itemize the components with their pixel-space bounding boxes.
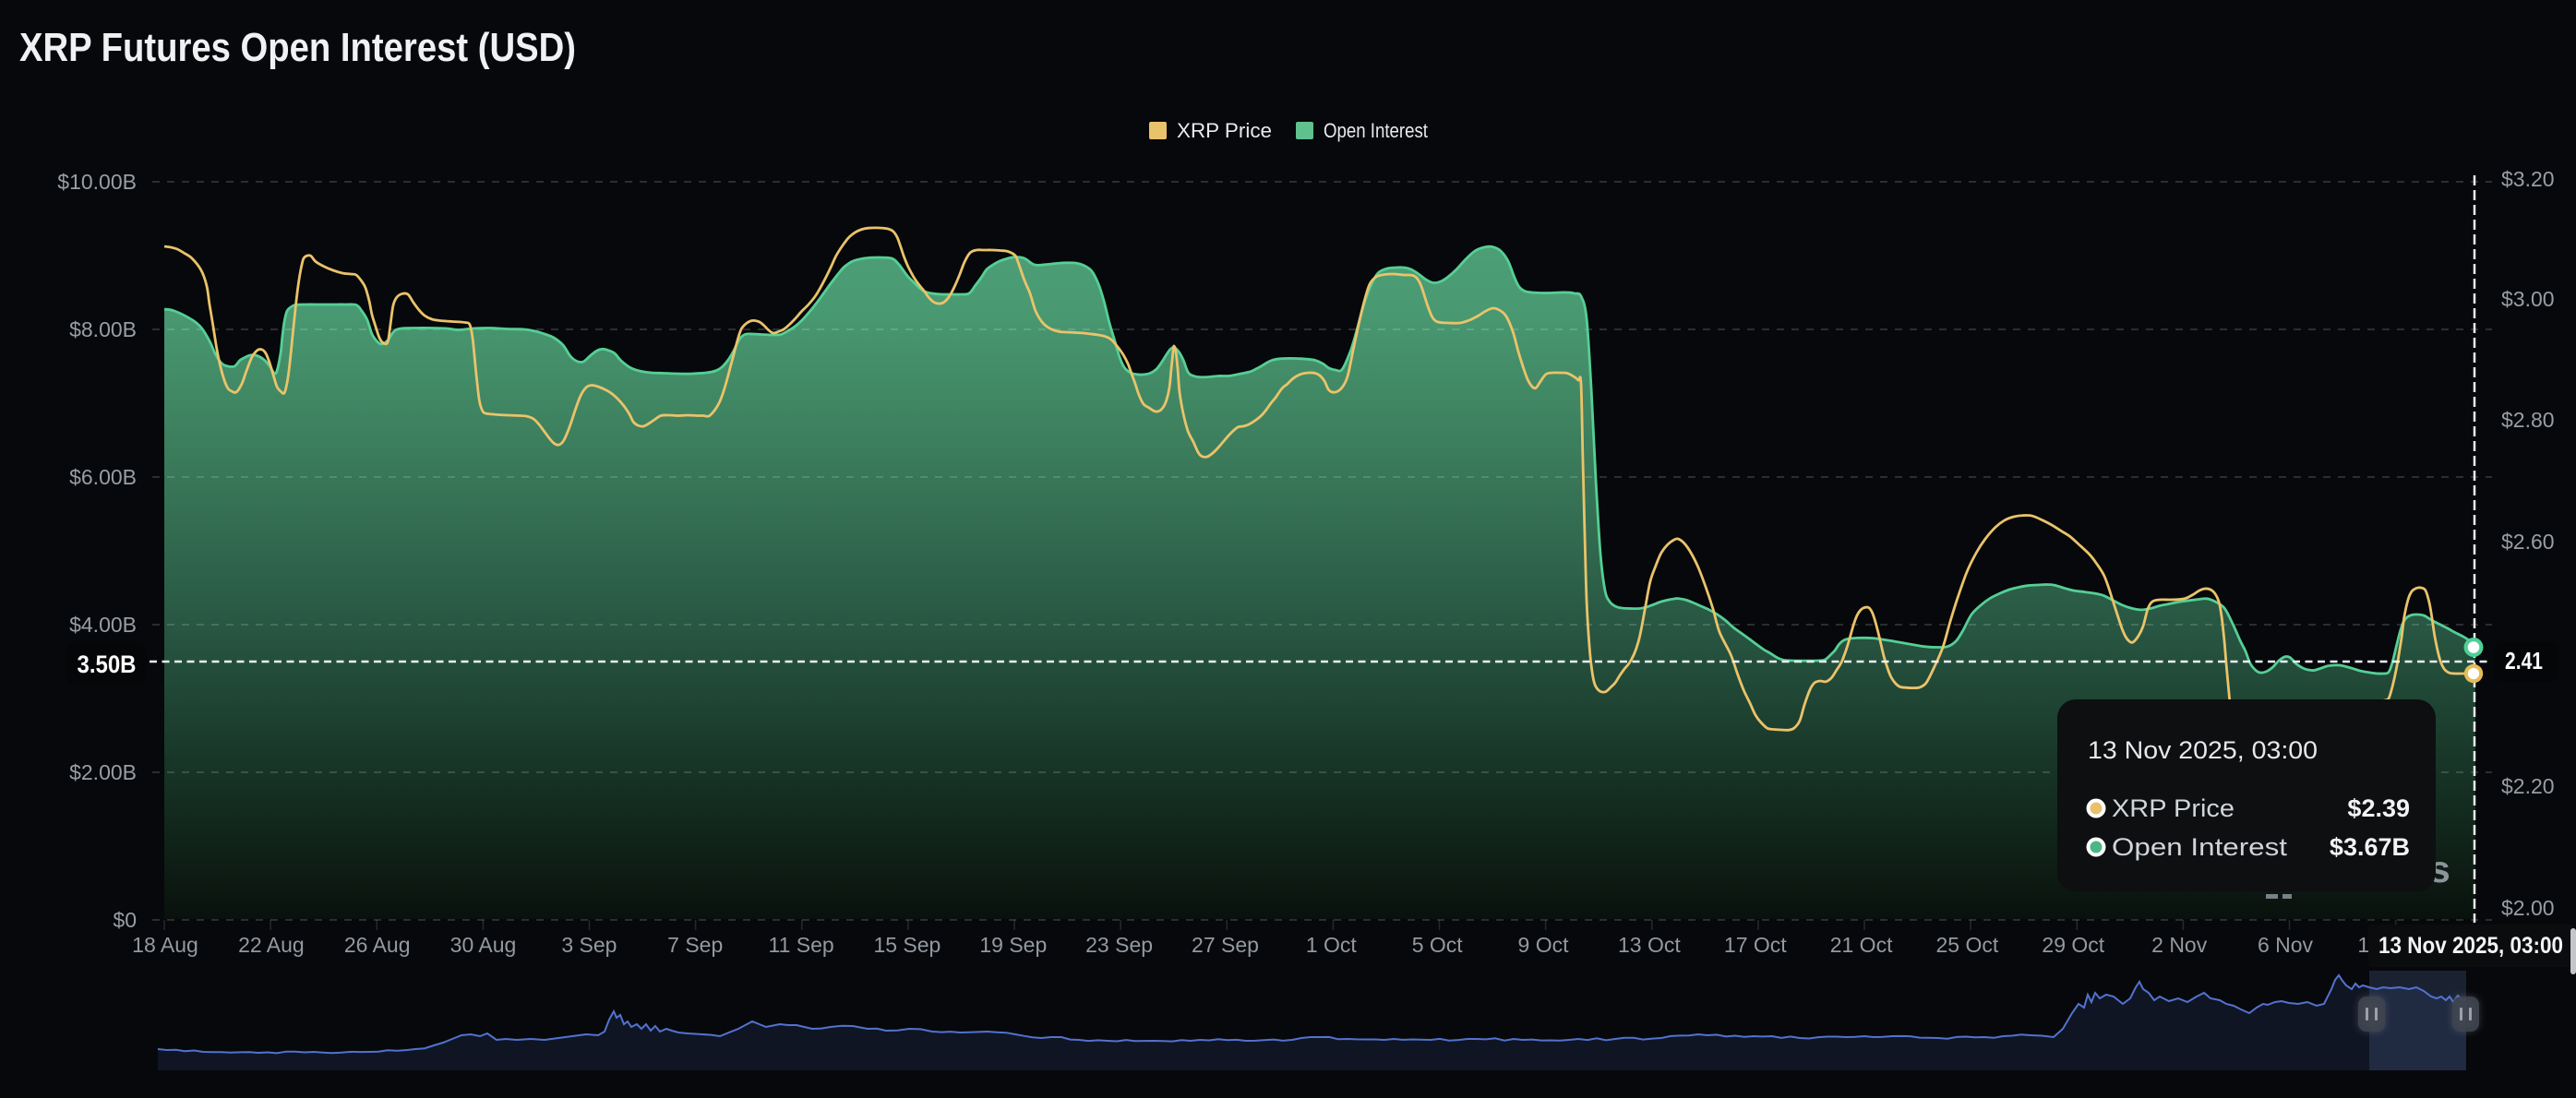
svg-text:3.50B: 3.50B — [78, 650, 137, 678]
svg-text:XRP Futures Open Interest (USD: XRP Futures Open Interest (USD) — [19, 25, 576, 70]
svg-text:29 Oct: 29 Oct — [2042, 933, 2104, 957]
svg-text:19 Sep: 19 Sep — [979, 933, 1047, 957]
svg-text:$2.20: $2.20 — [2501, 774, 2555, 798]
svg-text:$2.00: $2.00 — [2501, 896, 2555, 920]
svg-text:9 Oct: 9 Oct — [1518, 933, 1570, 957]
svg-text:21 Oct: 21 Oct — [1830, 933, 1893, 957]
svg-text:2 Nov: 2 Nov — [2151, 933, 2208, 957]
svg-text:Open Interest: Open Interest — [2112, 833, 2288, 861]
svg-text:$2.60: $2.60 — [2501, 530, 2555, 554]
svg-text:1 Oct: 1 Oct — [1306, 933, 1358, 957]
svg-text:XRP Price: XRP Price — [2112, 794, 2235, 822]
svg-text:$10.00B: $10.00B — [57, 170, 137, 194]
svg-text:$4.00B: $4.00B — [69, 613, 137, 637]
svg-text:$3.00: $3.00 — [2501, 287, 2555, 311]
svg-text:6 Nov: 6 Nov — [2258, 933, 2314, 957]
svg-text:15 Sep: 15 Sep — [873, 933, 941, 957]
svg-text:$2.00B: $2.00B — [69, 760, 137, 784]
svg-text:$6.00B: $6.00B — [69, 465, 137, 489]
svg-text:27 Sep: 27 Sep — [1192, 933, 1259, 957]
svg-text:$2.80: $2.80 — [2501, 408, 2555, 432]
svg-text:7 Sep: 7 Sep — [667, 933, 723, 957]
svg-text:2.41: 2.41 — [2505, 647, 2543, 674]
svg-text:22 Aug: 22 Aug — [238, 933, 305, 957]
svg-text:$3.20: $3.20 — [2501, 167, 2555, 191]
svg-text:13 Oct: 13 Oct — [1618, 933, 1681, 957]
svg-text:$0: $0 — [113, 908, 137, 932]
svg-text:26 Aug: 26 Aug — [344, 933, 411, 957]
svg-text:30 Aug: 30 Aug — [450, 933, 517, 957]
svg-text:Open Interest: Open Interest — [1324, 119, 1428, 142]
svg-text:11 Sep: 11 Sep — [768, 933, 833, 957]
svg-text:18 Aug: 18 Aug — [132, 933, 198, 957]
svg-text:$3.67B: $3.67B — [2330, 833, 2410, 861]
svg-text:$8.00B: $8.00B — [69, 317, 137, 341]
svg-text:17 Oct: 17 Oct — [1724, 933, 1787, 957]
svg-text:13 Nov 2025, 03:00: 13 Nov 2025, 03:00 — [2378, 933, 2563, 959]
svg-text:$2.39: $2.39 — [2347, 794, 2410, 822]
svg-text:XRP Price: XRP Price — [1177, 119, 1272, 142]
svg-text:13 Nov 2025, 03:00: 13 Nov 2025, 03:00 — [2088, 736, 2318, 764]
svg-text:25 Oct: 25 Oct — [1936, 933, 1999, 957]
svg-text:23 Sep: 23 Sep — [1085, 933, 1153, 957]
svg-text:3 Sep: 3 Sep — [561, 933, 617, 957]
svg-text:5 Oct: 5 Oct — [1412, 933, 1464, 957]
